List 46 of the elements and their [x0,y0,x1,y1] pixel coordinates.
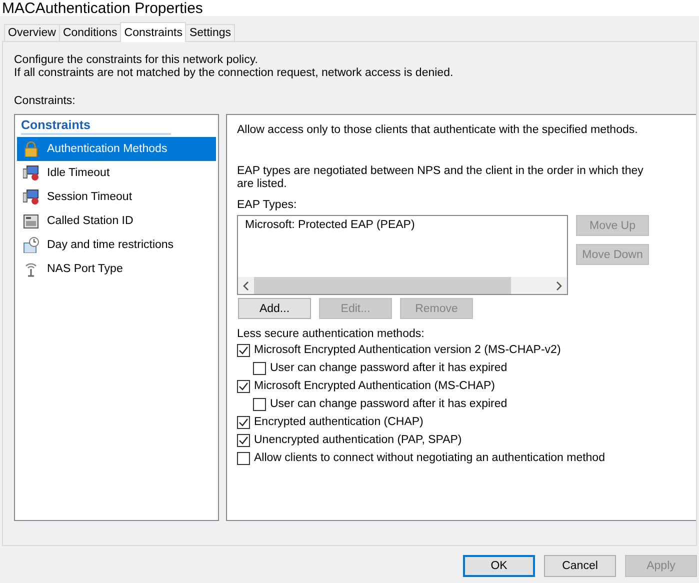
intro-text: Configure the constraints for this network policy. [14,54,258,66]
method-checkbox[interactable]: Encrypted authentication (CHAP) [237,413,686,431]
checkbox[interactable] [253,362,266,374]
dialog-button[interactable]: Cancel [544,555,616,577]
lock-icon [23,141,39,157]
checkbox[interactable] [237,452,250,464]
window-title: MACAuthentication Properties [1,1,203,16]
tab[interactable]: Settings [185,24,236,41]
constraints-label: Constraints: [14,95,76,107]
method-checkbox[interactable]: Unencrypted authentication (PAP, SPAP) [237,431,686,449]
tab[interactable]: Constraints [120,22,186,42]
tab[interactable]: Overview [4,24,60,41]
eap-note: EAP types are negotiated between NPS and the client in the order in which they are listed. [237,165,644,191]
list-item[interactable]: Session Timeout [17,185,216,209]
intro-text: If all constraints are not matched by the connection request, network access is denied. [14,67,454,79]
eap-types-label: EAP Types: [237,199,297,211]
eap-type-item[interactable]: Microsoft: Protected EAP (PEAP) [245,219,415,231]
scroll-right-icon[interactable] [555,280,563,290]
method-checkbox[interactable]: User can change password after it has expired [237,359,686,377]
eap-action-button[interactable]: Add... [238,298,311,319]
list-item[interactable]: Authentication Methods [17,137,216,161]
checkbox[interactable] [253,398,266,410]
checkbox[interactable] [237,380,250,392]
checkbox[interactable] [237,416,250,428]
eap-types-list[interactable]: Microsoft: Protected EAP (PEAP) [237,215,568,295]
antenna-icon [23,261,39,277]
list-item[interactable]: NAS Port Type [17,257,216,281]
scrollbar-thumb[interactable] [254,277,511,294]
method-checkbox[interactable]: User can change password after it has expired [237,395,686,413]
horizontal-scrollbar[interactable] [238,277,567,294]
list-item[interactable]: Called Station ID [17,209,216,233]
list-item[interactable]: Day and time restrictions [17,233,216,257]
monitor-icon [23,189,39,205]
calendar-clock-icon [23,237,39,253]
monitor-icon [23,165,39,181]
dialog-button[interactable]: OK [463,555,535,577]
method-checkbox[interactable]: Microsoft Encrypted Authentication version 2 (MS-CHAP-v2) [237,341,686,359]
method-checkbox[interactable]: Microsoft Encrypted Authentication (MS-CHAP) [237,377,686,395]
methods-label: Less secure authentication methods: [237,328,424,340]
checkbox[interactable] [237,344,250,356]
method-checkbox[interactable]: Allow clients to connect without negotiating an authentication method [237,449,686,467]
description-text: Allow access only to those clients that authenticate with the specified methods. [237,124,639,137]
checkbox[interactable] [237,434,250,446]
scroll-left-icon[interactable] [242,280,250,290]
list-heading: Constraints [21,118,90,132]
list-item[interactable]: Idle Timeout [17,161,216,185]
